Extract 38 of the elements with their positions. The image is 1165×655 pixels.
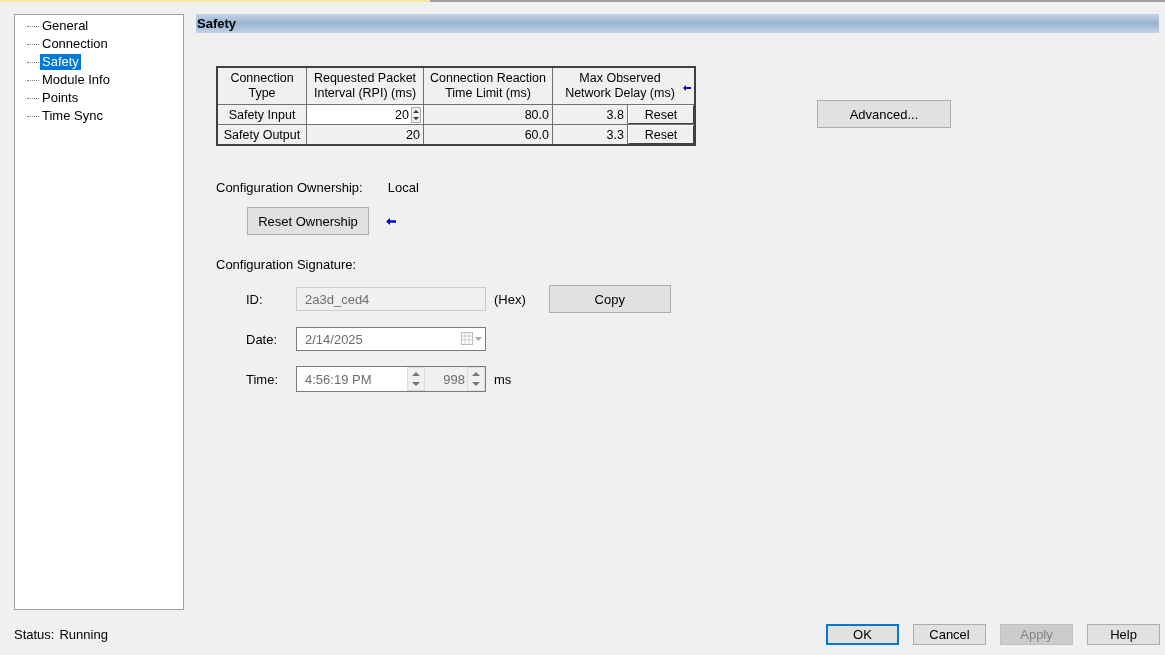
status-label: Status: [14,626,55,642]
tree-item[interactable]: General [40,18,91,34]
date-label: Date: [246,331,279,347]
dialog-button[interactable]: OK [826,623,899,645]
tree-item[interactable]: Connection [40,36,110,52]
advanced-button[interactable]: Advanced... [817,100,951,128]
time-label: Time: [246,371,280,387]
tree-item[interactable]: Time Sync [40,108,105,124]
column-header: Connection Reaction Time Limit (ms) [423,67,553,105]
tree-item[interactable]: Safety [40,54,81,70]
ownership-value: Local [387,180,419,195]
table-cell: 3.8 [552,104,628,125]
calendar-icon[interactable] [461,332,483,346]
column-header: Max Observed Network Delay (ms) [552,67,695,105]
id-field[interactable]: 2a3d_ced4 [296,287,486,311]
dialog-button[interactable]: Help [1087,623,1160,645]
dialog-button[interactable]: Cancel [913,623,986,645]
status-value: Running [59,626,108,642]
spinner-icon[interactable] [411,107,421,124]
reset-button[interactable]: Reset [628,125,694,144]
tree-item[interactable]: Module Info [40,72,112,88]
table-cell: 80.0 [423,104,553,125]
reset-button[interactable]: Reset [628,105,694,124]
ownership-label: Configuration Ownership: [216,180,363,195]
date-picker-field[interactable]: 2/14/2025 [296,327,486,351]
signature-label: Configuration Signature: [216,257,358,272]
hex-label: (Hex) [494,291,526,307]
reset-ownership-button[interactable]: Reset Ownership [247,207,369,235]
tree-item[interactable]: Points [40,90,81,106]
arrow-icon [386,217,396,225]
table-cell: Safety Input [217,104,307,125]
id-label: ID: [246,291,264,307]
section-header: Safety [196,14,1159,33]
ms-label: ms [494,371,512,387]
copy-button[interactable]: Copy [548,285,671,313]
column-header: Connection Type [217,67,307,105]
column-header: Requested Packet Interval (RPI) (ms) [306,67,424,105]
arrow-icon [683,85,691,91]
